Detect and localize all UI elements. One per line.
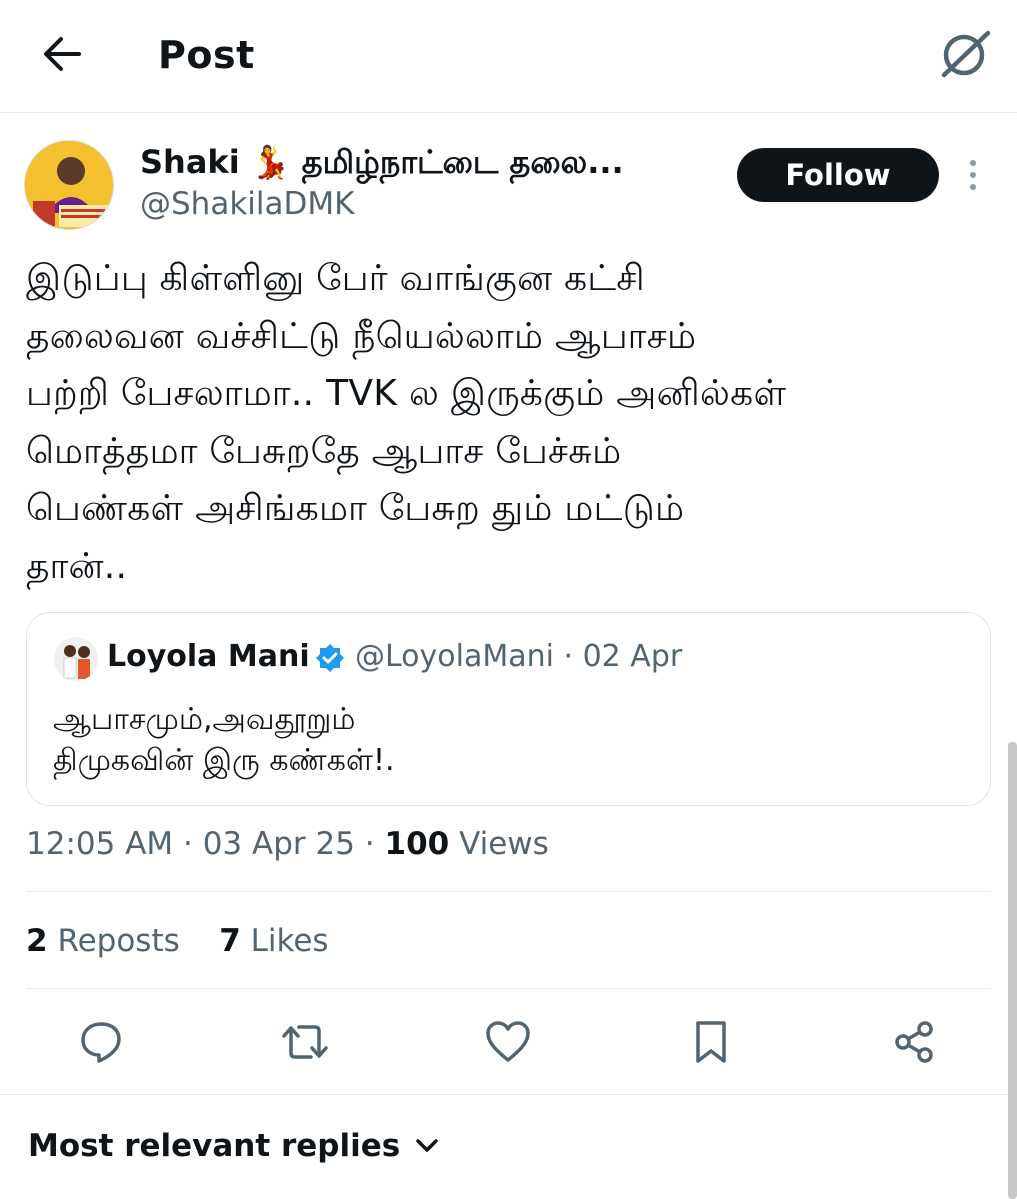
like-icon — [486, 1021, 530, 1062]
more-dot-icon — [970, 184, 976, 190]
likes-label: Likes — [250, 923, 329, 959]
more-options-button[interactable] — [958, 152, 988, 198]
like-button[interactable] — [484, 1018, 532, 1066]
chevron-down-icon — [416, 1139, 438, 1152]
divider — [26, 891, 991, 892]
author-avatar[interactable] — [24, 140, 114, 230]
quoted-post[interactable]: Loyola Mani @LoyolaMani · 02 Apr ஆபாசமும… — [26, 612, 991, 806]
bookmark-button[interactable] — [687, 1018, 735, 1066]
quoted-post-text: ஆபாசமும்,அவதூறும் திமுகவின் இரு கண்கள்!. — [53, 699, 395, 781]
quoted-author-avatar — [54, 637, 98, 681]
grok-icon — [941, 30, 991, 78]
likes-stat[interactable]: 7 Likes — [219, 923, 328, 959]
grok-button[interactable] — [934, 26, 996, 82]
bookmark-icon — [696, 1021, 726, 1063]
reply-button[interactable] — [77, 1018, 125, 1066]
replies-sort-selector[interactable]: Most relevant replies — [28, 1128, 440, 1164]
reposts-stat[interactable]: 2 Reposts — [26, 923, 180, 959]
quoted-line: திமுகவின் இரு கண்கள்!. — [53, 743, 395, 778]
views-label: Views — [449, 826, 549, 862]
reply-icon — [81, 1022, 121, 1063]
post-meta: 12:05 AM · 03 Apr 25 · 100 Views — [26, 826, 549, 862]
author-display-name[interactable]: Shaki 💃 தமிழ்நாட்டை தலை... — [140, 143, 710, 185]
reposts-label: Reposts — [57, 923, 180, 959]
page-title: Post — [158, 33, 255, 77]
arrow-left-icon — [44, 37, 81, 71]
more-dot-icon — [970, 172, 976, 178]
post-stats: 2 Reposts 7 Likes — [26, 923, 329, 959]
scrollbar[interactable] — [1008, 742, 1017, 1199]
quoted-line: ஆபாசமும்,அவதூறும் — [53, 702, 356, 737]
post-timestamp[interactable]: 12:05 AM · 03 Apr 25 · — [26, 826, 385, 862]
author-handle[interactable]: @ShakilaDMK — [140, 186, 354, 222]
follow-button[interactable]: Follow — [737, 148, 939, 202]
section-divider — [0, 1094, 1017, 1095]
back-button[interactable] — [36, 32, 86, 76]
views-count: 100 — [384, 826, 450, 862]
repost-icon — [282, 1025, 328, 1059]
share-button[interactable] — [890, 1018, 938, 1066]
replies-sort-label: Most relevant replies — [28, 1128, 401, 1164]
verified-badge-icon — [316, 644, 344, 672]
reposts-count: 2 — [26, 923, 48, 959]
top-bar: Post — [0, 0, 1017, 113]
likes-count: 7 — [219, 923, 241, 959]
more-dot-icon — [970, 160, 976, 166]
divider — [26, 988, 991, 989]
quoted-author-handle-date: @LoyolaMani · 02 Apr — [355, 639, 683, 674]
quoted-author-name: Loyola Mani — [107, 639, 310, 674]
repost-button[interactable] — [281, 1018, 329, 1066]
share-icon — [895, 1021, 933, 1063]
post-text: இடுப்பு கிள்ளினு பேர் வாங்குன கட்சி தலைவ… — [26, 258, 787, 587]
